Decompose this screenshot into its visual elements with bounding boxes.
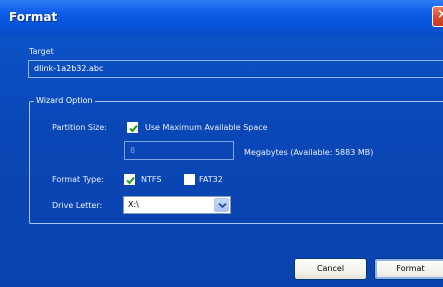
drive-letter-label: Drive Letter: [52, 201, 103, 210]
partition-size-label: Partition Size: [52, 123, 107, 132]
partition-size-value: 8 [130, 146, 136, 155]
use-max-checkbox[interactable] [127, 122, 138, 133]
target-value: dlink-1a2b32.abc [34, 64, 104, 73]
close-button[interactable]: × [432, 6, 443, 27]
megabytes-label: Megabytes (Available: 5883 MB) [244, 148, 374, 157]
format-dialog: Format × Target dlink-1a2b32.abc Wizard … [0, 0, 443, 287]
use-max-label: Use Maximum Available Space [145, 123, 268, 132]
drive-letter-select[interactable]: X:\ [123, 196, 231, 214]
ntfs-checkbox[interactable] [124, 174, 135, 185]
check-icon [129, 124, 138, 133]
chevron-down-icon [218, 202, 227, 209]
partition-size-input[interactable]: 8 [124, 141, 234, 160]
format-button[interactable]: Format [374, 258, 443, 280]
ntfs-label: NTFS [141, 175, 162, 184]
dropdown-button[interactable] [214, 198, 229, 212]
fat32-checkbox[interactable] [184, 174, 195, 185]
format-type-label: Format Type: [52, 175, 104, 184]
cancel-button[interactable]: Cancel [294, 258, 367, 280]
drive-letter-value: X:\ [128, 200, 139, 209]
title-bar[interactable]: Format × [0, 0, 443, 36]
window-title: Format [9, 10, 58, 24]
fat32-label: FAT32 [199, 175, 223, 184]
target-field[interactable]: dlink-1a2b32.abc [28, 60, 443, 78]
check-icon [126, 176, 135, 185]
wizard-option-legend: Wizard Option [34, 96, 95, 105]
close-icon: × [437, 7, 443, 22]
target-label: Target [29, 47, 54, 56]
